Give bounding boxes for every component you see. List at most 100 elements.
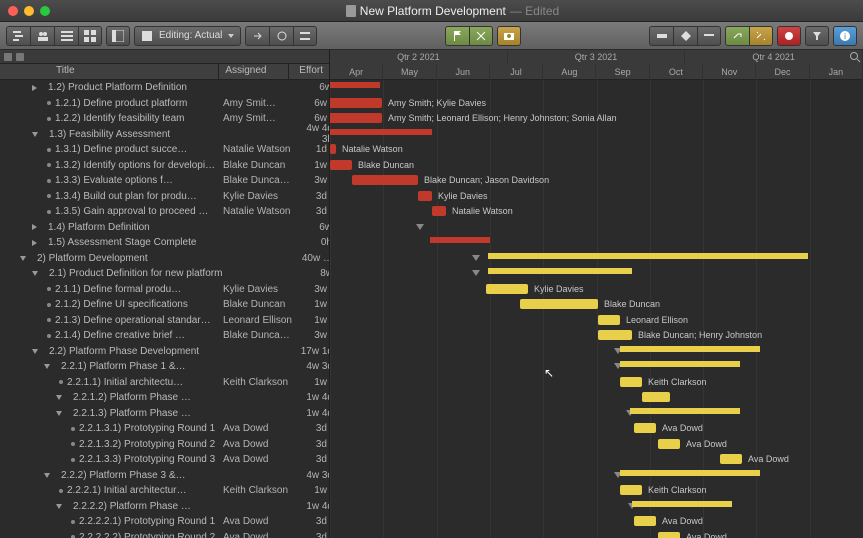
add-task-button[interactable] (649, 26, 673, 46)
baseline-set-button[interactable] (445, 26, 469, 46)
gantt-body[interactable]: Amy Smith; Kylie DaviesAmy Smith; Leonar… (330, 80, 863, 538)
task-row[interactable]: 2) Platform Development40w … (0, 251, 329, 267)
task-row[interactable]: 2.2.1.3.3) Prototyping Round 3Ava Dowd3d (0, 452, 329, 468)
task-assigned[interactable]: Blake Duncan (223, 299, 293, 310)
view-outline-button[interactable] (54, 26, 78, 46)
disclosure-triangle-icon[interactable] (32, 85, 37, 91)
task-assigned[interactable]: Ava Dowd (223, 532, 293, 538)
task-bar[interactable] (634, 516, 656, 526)
task-title[interactable]: 1.3.3) Evaluate options f… (55, 175, 223, 186)
task-row[interactable]: 2.2.1.3.1) Prototyping Round 1Ava Dowd3d (0, 421, 329, 437)
info-button[interactable]: i (833, 26, 857, 46)
task-effort[interactable]: 6w (298, 222, 329, 233)
minimize-window-button[interactable] (24, 6, 34, 16)
column-assigned[interactable]: Assigned (219, 64, 289, 79)
summary-bar[interactable] (620, 361, 740, 367)
task-title[interactable]: 2.1.4) Define creative brief … (55, 330, 223, 341)
task-assigned[interactable]: Amy Smit… (223, 113, 293, 124)
task-effort[interactable]: 1w (293, 299, 329, 310)
task-title[interactable]: 1.3.5) Gain approval to proceed … (55, 206, 223, 217)
search-icon[interactable] (849, 51, 861, 63)
summary-bar[interactable] (330, 129, 432, 135)
task-title[interactable]: 2.2.1.2) Platform Phase … (73, 392, 229, 403)
task-effort[interactable]: 4w 4d 3h (299, 123, 329, 145)
toggle-inspector-button[interactable] (106, 26, 130, 46)
outline-mode-icon[interactable] (4, 53, 12, 61)
task-row[interactable]: 1.2.1) Define product platformAmy Smit…6… (0, 96, 329, 112)
summary-bar[interactable] (620, 470, 760, 476)
task-title[interactable]: 2.2.2.2.1) Prototyping Round 1 (79, 516, 223, 527)
task-row[interactable]: 1.3.5) Gain approval to proceed …Natalie… (0, 204, 329, 220)
task-assigned[interactable]: Leonard Ellison (223, 315, 293, 326)
filter-button[interactable] (805, 26, 829, 46)
task-title[interactable]: 2.2.1) Platform Phase 1 &… (61, 361, 229, 372)
task-row[interactable]: 1.2.2) Identify feasibility teamAmy Smit… (0, 111, 329, 127)
task-bar[interactable] (486, 284, 528, 294)
task-title[interactable]: 2.2.1.3.1) Prototyping Round 1 (79, 423, 223, 434)
task-list[interactable]: 1.2) Product Platform Definition6w1.2.1)… (0, 80, 329, 538)
summary-bar[interactable] (488, 253, 808, 259)
close-window-button[interactable] (8, 6, 18, 16)
summary-bar[interactable] (330, 82, 380, 88)
task-effort[interactable]: 1w (293, 485, 329, 496)
task-bar[interactable] (658, 532, 680, 538)
task-bar[interactable] (598, 330, 632, 340)
task-effort[interactable]: 3d (293, 532, 329, 538)
task-title[interactable]: 2.2.2.1) Initial architectur… (67, 485, 223, 496)
snapshot-button[interactable] (497, 26, 521, 46)
task-title[interactable]: 2.2) Platform Phase Development (49, 346, 229, 357)
task-title[interactable]: 2.1) Product Definition for new platform (49, 268, 229, 279)
task-title[interactable]: 1.2.2) Identify feasibility team (55, 113, 223, 124)
reschedule-button[interactable] (269, 26, 293, 46)
task-row[interactable]: 1.3.3) Evaluate options f…Blake Dunca…3w (0, 173, 329, 189)
view-network-button[interactable] (78, 26, 102, 46)
task-assigned[interactable]: Amy Smit… (223, 98, 293, 109)
task-bar[interactable] (720, 454, 742, 464)
task-row[interactable]: 2.2.1) Platform Phase 1 &…4w 3d (0, 359, 329, 375)
editing-mode-dropdown[interactable]: Editing: Actual (134, 26, 241, 46)
summary-bar[interactable] (630, 408, 740, 414)
task-title[interactable]: 2.2.1.1) Initial architectu… (67, 377, 223, 388)
disclosure-triangle-icon[interactable] (44, 364, 50, 369)
task-row[interactable]: 2.2) Platform Phase Development 17w 1d (0, 344, 329, 360)
task-title[interactable]: 2) Platform Development (37, 253, 229, 264)
disclosure-triangle-icon[interactable] (32, 224, 37, 230)
disconnect-button[interactable] (749, 26, 773, 46)
summary-bar[interactable] (632, 501, 732, 507)
gantt-pane[interactable]: Qtr 2 2021Qtr 3 2021Qtr 4 2021 AprMayJun… (330, 50, 863, 538)
task-row[interactable]: 1.3) Feasibility Assessment4w 4d 3h (0, 127, 329, 143)
connect-button[interactable] (725, 26, 749, 46)
task-effort[interactable]: 1w 4d (299, 408, 329, 419)
task-assigned[interactable]: Blake Dunca… (223, 330, 293, 341)
task-effort[interactable]: 1w (293, 160, 329, 171)
task-row[interactable]: 1.3.4) Build out plan for produ…Kylie Da… (0, 189, 329, 205)
task-effort[interactable]: 3d (293, 191, 329, 202)
disclosure-triangle-icon[interactable] (32, 271, 38, 276)
task-assigned[interactable]: Kylie Davies (223, 191, 293, 202)
task-assigned[interactable]: Ava Dowd (223, 516, 293, 527)
task-effort[interactable]: 1w (293, 377, 329, 388)
task-row[interactable]: 1.3.1) Define product succe…Natalie Wats… (0, 142, 329, 158)
catchup-button[interactable] (245, 26, 269, 46)
task-effort[interactable]: 0h (298, 237, 329, 248)
disclosure-triangle-icon[interactable] (32, 349, 38, 354)
task-effort[interactable]: 3d (293, 423, 329, 434)
task-title[interactable]: 1.3.1) Define product succe… (55, 144, 223, 155)
task-effort[interactable]: 17w 1d (299, 346, 329, 357)
task-bar[interactable] (330, 98, 382, 108)
task-row[interactable]: 2.2.2.1) Initial architectur…Keith Clark… (0, 483, 329, 499)
task-bar[interactable] (658, 439, 680, 449)
task-effort[interactable]: 3w (293, 330, 329, 341)
task-effort[interactable]: 1d (293, 144, 329, 155)
disclosure-triangle-icon[interactable] (32, 132, 38, 137)
view-resource-button[interactable] (30, 26, 54, 46)
summary-bar[interactable] (488, 268, 632, 274)
task-row[interactable]: 2.1.3) Define operational standar…Leonar… (0, 313, 329, 329)
task-row[interactable]: 2.2.1.2) Platform Phase …1w 4d (0, 390, 329, 406)
task-title[interactable]: 1.2.1) Define product platform (55, 98, 223, 109)
task-effort[interactable]: 1w 4d (299, 501, 329, 512)
task-assigned[interactable]: Ava Dowd (223, 439, 293, 450)
column-title[interactable]: Title (0, 64, 219, 79)
task-title[interactable]: 2.1.1) Define formal produ… (55, 284, 223, 295)
critical-path-button[interactable] (777, 26, 801, 46)
